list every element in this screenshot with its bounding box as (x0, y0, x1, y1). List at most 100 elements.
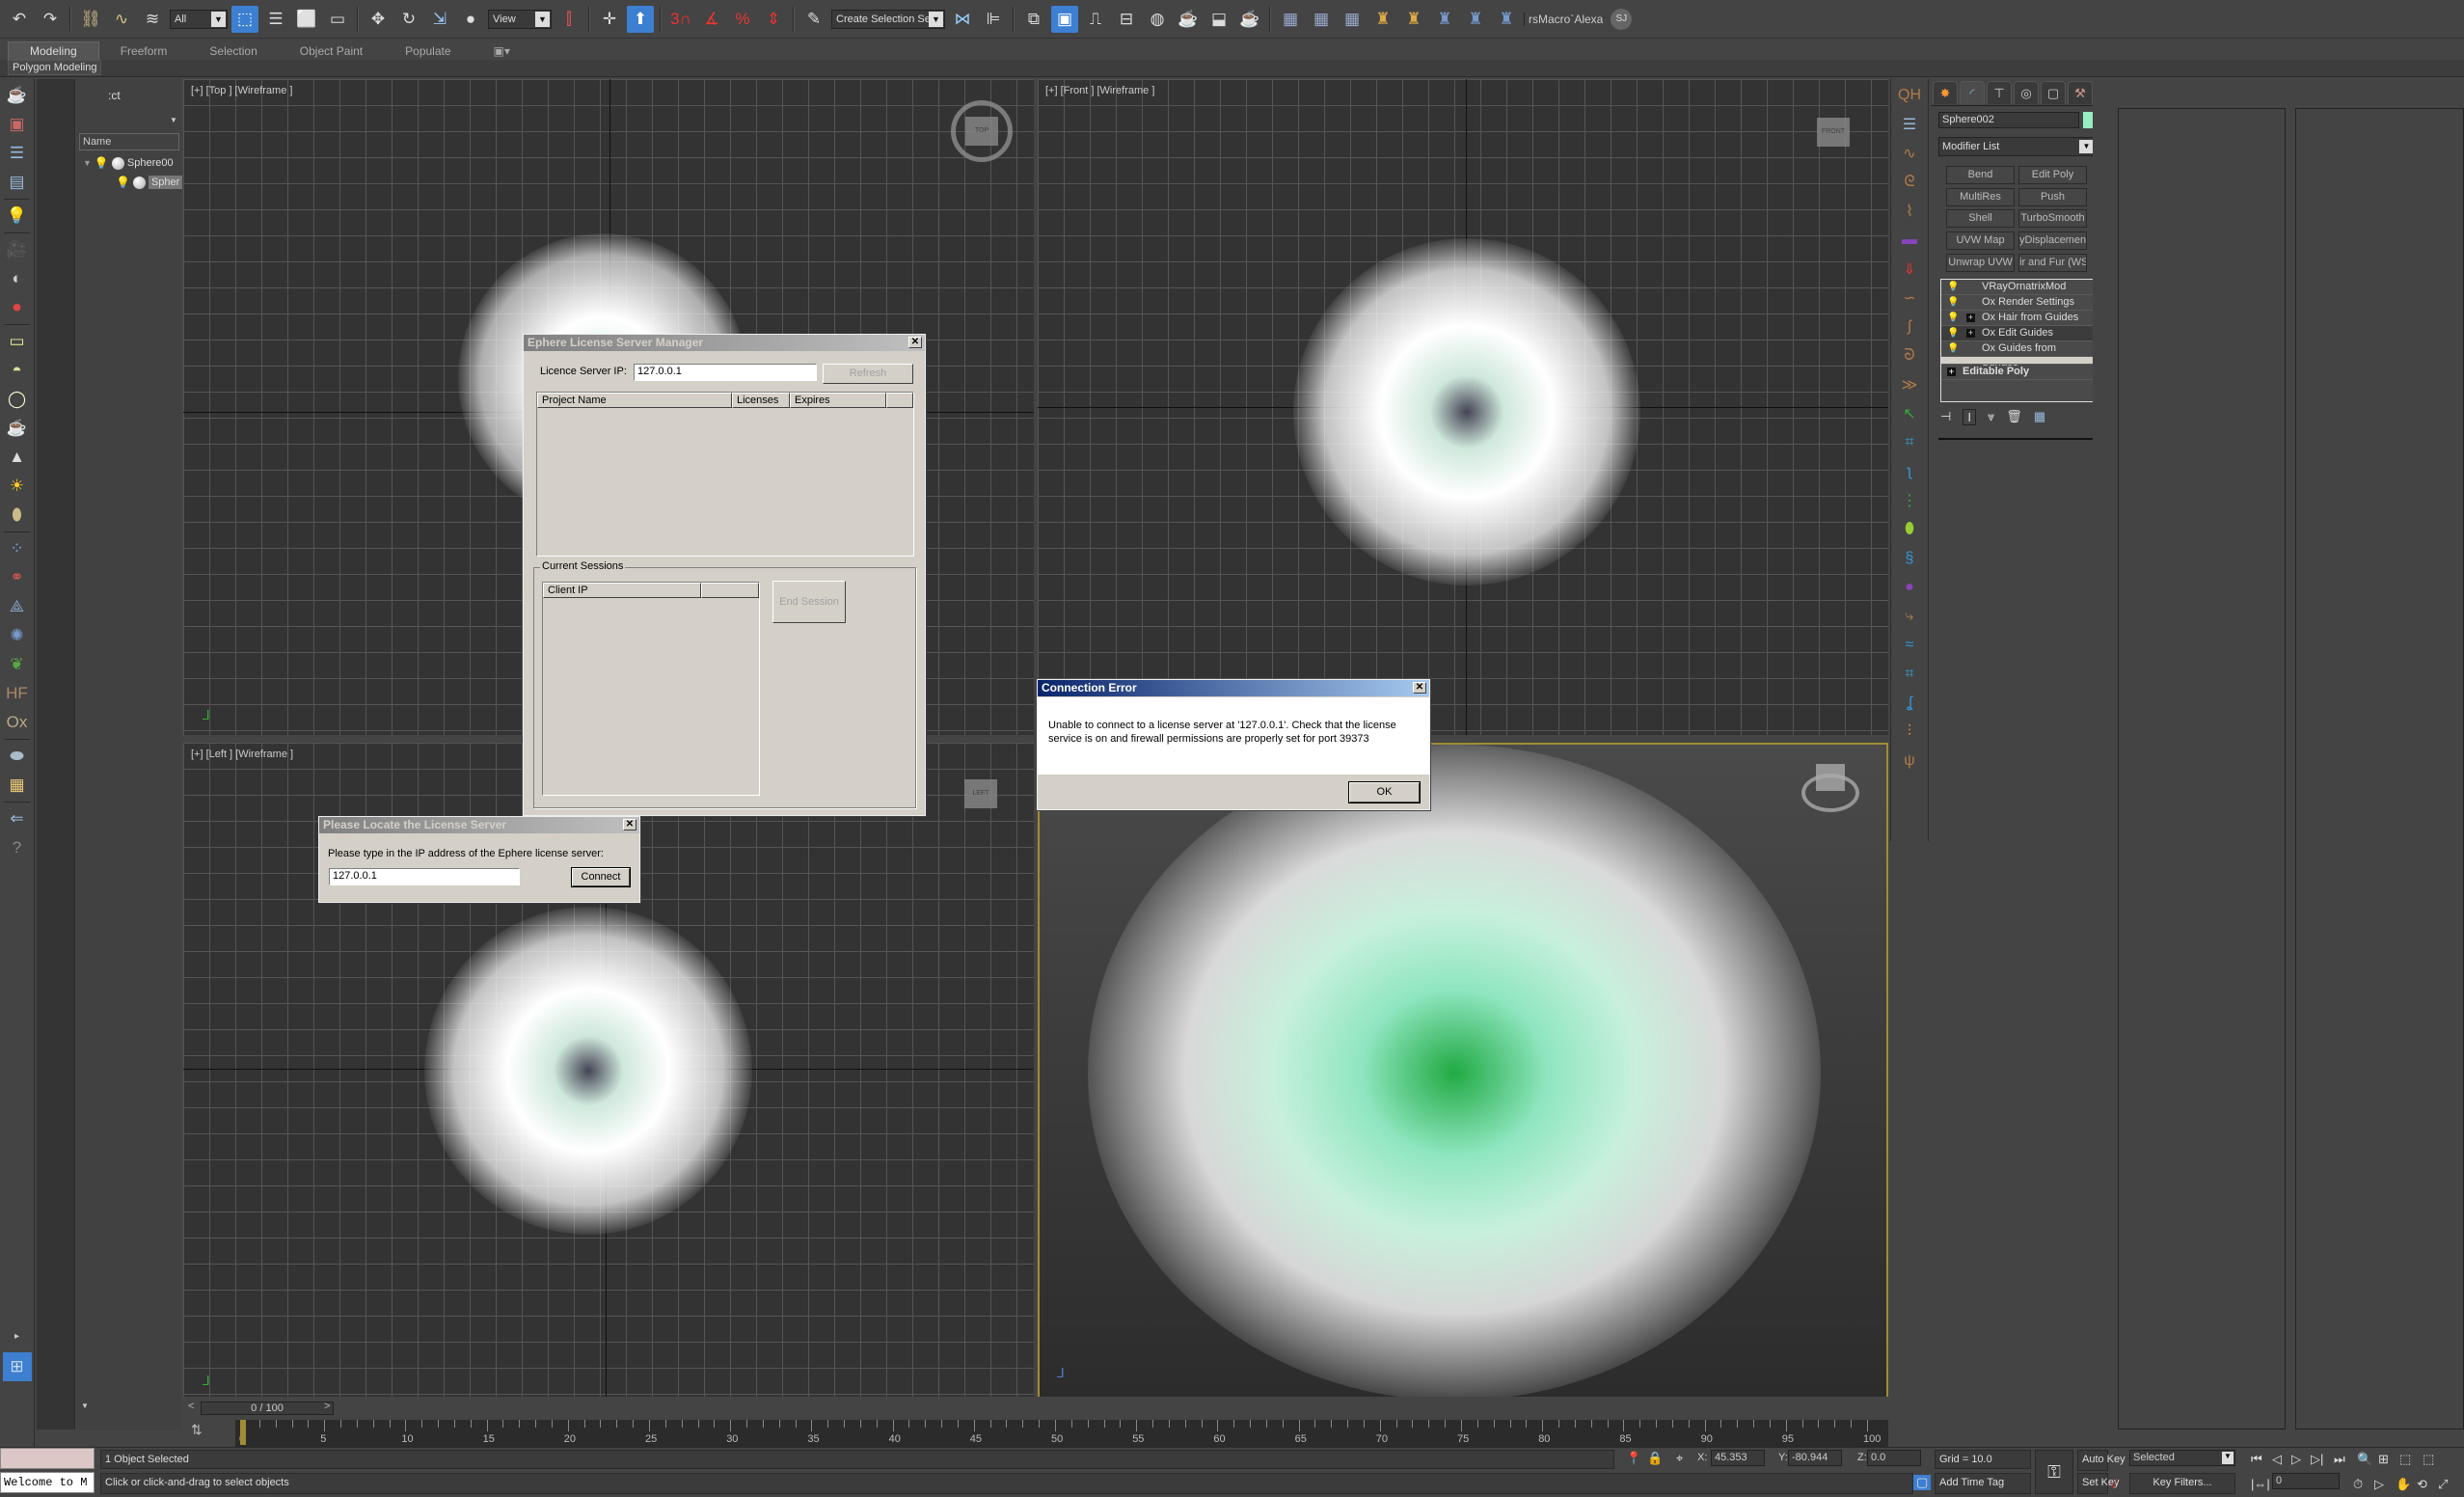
hair-surface-guides-icon[interactable]: ⌗ (1897, 662, 1922, 687)
render-frame-icon[interactable]: ▣ (4, 112, 31, 137)
stack-item[interactable]: 💡 Ox Render Settings (1941, 295, 2095, 311)
ribbon-tab-modeling[interactable]: Modeling (8, 41, 99, 60)
metaballs-icon[interactable]: ⚭ (4, 565, 31, 590)
modifier-button-shell[interactable]: Shell (1946, 209, 2015, 228)
ribbon-options-icon[interactable]: ▣▾ (473, 42, 531, 60)
bulb-icon[interactable]: 💡 (1947, 341, 1959, 356)
vray-camera-icon[interactable]: ⏺ (4, 295, 31, 320)
render-icon[interactable]: ☕ (1236, 6, 1263, 33)
proxy-icon[interactable]: ⁘ (4, 536, 31, 561)
explorer-item-selected[interactable]: 💡 Spher (116, 174, 183, 191)
time-prev-button[interactable]: < (188, 1401, 194, 1412)
fov-icon[interactable]: ▷ (2374, 1477, 2384, 1492)
viewport-label[interactable]: [+] [Left ] [Wireframe ] (191, 748, 293, 760)
hair-dynamic-icon[interactable]: ● (1897, 575, 1922, 600)
modifier-button-bend[interactable]: Bend (1946, 166, 2015, 184)
explorer-item[interactable]: ▼ 💡 Sphere00 (83, 154, 174, 172)
display-tab-icon[interactable]: ▢ (2041, 81, 2066, 104)
x-coordinate-field[interactable]: 45.353 (1711, 1450, 1765, 1466)
viewport-perspective[interactable]: ⅃ (1038, 743, 1888, 1401)
keyboard-shortcut-icon[interactable]: ⬆ (627, 5, 654, 33)
sphere-icon[interactable]: ⬬ (4, 744, 31, 769)
material-editor-icon[interactable]: ◍ (1144, 6, 1171, 33)
hair-comb-icon[interactable]: ▬ (1897, 228, 1922, 253)
previous-frame-icon[interactable]: ◁ (2272, 1452, 2282, 1467)
hair-split-icon[interactable]: ᘐ (1897, 343, 1922, 368)
hair-root-icon[interactable]: ψ (1897, 748, 1922, 774)
sun-icon[interactable]: ☀ (4, 474, 31, 499)
viewport-label[interactable]: [+] [Top ] [Wireframe ] (191, 85, 292, 96)
show-end-result-icon[interactable]: I (1963, 409, 1976, 425)
object-properties-icon[interactable]: ▤ (4, 170, 31, 195)
z-coordinate-field[interactable]: 0.0 (1867, 1450, 1921, 1466)
expand-plus-icon[interactable]: + (1966, 313, 1975, 322)
set-key-button[interactable]: Set Key (2077, 1473, 2120, 1494)
bulb-icon[interactable]: 💡 (1947, 295, 1959, 310)
pan-icon[interactable]: ✋ (2396, 1477, 2411, 1492)
move-icon[interactable]: ✥ (365, 6, 392, 33)
bulb-icon[interactable]: 💡 (1947, 280, 1959, 294)
next-frame-icon[interactable]: ▷| (2311, 1452, 2323, 1467)
hair-select-icon[interactable]: ↖ (1897, 401, 1922, 426)
rendered-frame-icon[interactable]: ⬓ (1205, 6, 1232, 33)
din-tower-check-icon[interactable]: ♜ (1400, 6, 1427, 33)
bind-space-warp-icon[interactable]: ≋ (139, 6, 166, 33)
server-ip-input[interactable]: 127.0.0.1 (634, 364, 817, 381)
viewport-front[interactable]: [+] [Front ] [Wireframe ] FRONT (1038, 79, 1888, 735)
hair-strand-icon[interactable]: ∿ (1897, 141, 1922, 166)
current-frame-field[interactable]: 0 (2272, 1473, 2340, 1489)
ribbon-tab-object-paint[interactable]: Object Paint (279, 42, 384, 60)
rotate-icon[interactable]: ↻ (395, 6, 422, 33)
zoom-extents-icon[interactable]: ⬚ (2399, 1452, 2411, 1467)
key-mode-icon[interactable]: ⇅ (191, 1422, 203, 1438)
hair-wave-icon[interactable]: § (1897, 546, 1922, 571)
material-browser-icon[interactable]: ▦ (4, 773, 31, 798)
zoom-extents-all-icon[interactable]: ⬚ (2423, 1452, 2434, 1467)
bulb-icon[interactable]: 💡 (1947, 311, 1959, 325)
modifier-button-edit-poly[interactable]: Edit Poly (2018, 166, 2087, 184)
plane-light-icon[interactable]: ▭ (4, 329, 31, 354)
modifier-button-displacement[interactable]: yDisplacement (2018, 231, 2087, 250)
stack-item[interactable]: 💡 VRayOrnatrixMod (1941, 280, 2095, 295)
bulb-icon[interactable]: 💡 (1947, 326, 1959, 340)
hair-guides-icon[interactable]: ⋮ (1897, 488, 1922, 513)
rect-region-icon[interactable]: ⬜ (293, 6, 320, 33)
timeline-ruler[interactable]: 0510152025303540455055606570758085909510… (235, 1420, 1888, 1447)
dialog-title[interactable]: Ephere License Server Manager ✕ (524, 335, 925, 351)
modifier-button-turbosmooth[interactable]: TurboSmooth (2018, 209, 2087, 228)
isolate-icon[interactable]: 📍 (1626, 1451, 1641, 1466)
time-slider[interactable]: 0 / 100 (201, 1402, 334, 1415)
light-bulb-icon[interactable]: 💡 (116, 176, 130, 189)
time-config-icon[interactable]: ⏱ (2353, 1477, 2363, 1492)
column-blank[interactable] (701, 583, 759, 598)
dome-light-icon[interactable]: ◓ (4, 358, 31, 383)
curve-icon[interactable]: √ (2110, 1477, 2117, 1491)
pin-stack-icon[interactable]: ⊣ (1940, 409, 1951, 425)
hair-gravity-icon[interactable]: ⇓ (1897, 257, 1922, 282)
dialog-title[interactable]: Connection Error ✕ (1038, 680, 1429, 696)
mirror-icon[interactable]: ⋈ (949, 6, 976, 33)
hair-strand-id-icon[interactable]: ⤷ (1897, 604, 1922, 629)
expand-arrow-icon[interactable]: ▸ (4, 1323, 31, 1348)
zoom-icon[interactable]: 🔍 (2357, 1452, 2372, 1467)
hair-mesh-icon[interactable]: ʅ (1897, 459, 1922, 484)
quick-hair-icon[interactable]: QH (1897, 83, 1922, 108)
select-by-name-icon[interactable]: ☰ (262, 6, 289, 33)
close-icon[interactable]: ✕ (1413, 682, 1426, 694)
time-tag-icon[interactable]: ▢ (1913, 1475, 1932, 1490)
ornatrix-icon[interactable]: Ox (4, 710, 31, 735)
column-blank[interactable] (886, 393, 913, 408)
hair-curl-icon[interactable]: ᘓ (1897, 170, 1922, 195)
reference-coord-dropdown[interactable]: View ▼ (488, 9, 552, 29)
y-coordinate-field[interactable]: -80.944 (1788, 1450, 1842, 1466)
go-to-start-icon[interactable]: ⏮ (2251, 1452, 2262, 1467)
connect-button[interactable]: Connect (571, 867, 631, 887)
hair-frizz-icon[interactable]: ∽ (1897, 286, 1922, 311)
viewcube[interactable]: LEFT (964, 779, 997, 808)
bin-tower-check-icon[interactable]: ♜ (1462, 6, 1489, 33)
light-bulb-icon[interactable]: 💡 (95, 156, 109, 170)
modifier-button-multires[interactable]: MultiRes (1946, 188, 2015, 206)
macro-label[interactable]: rsMacro`Alexa (1524, 12, 1607, 26)
projects-list[interactable]: Project Name Licenses Expires (536, 392, 914, 557)
scale-icon[interactable]: ⇲ (426, 6, 453, 33)
